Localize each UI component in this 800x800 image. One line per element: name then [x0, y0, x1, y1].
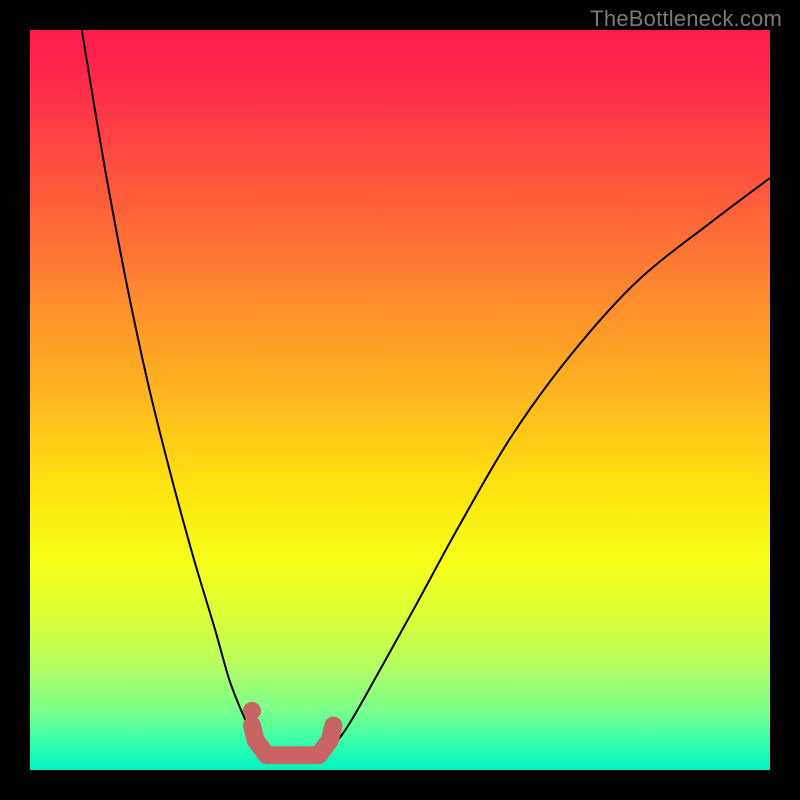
curve-right: [326, 178, 770, 755]
bottleneck-u-marker: [252, 726, 333, 756]
watermark-text: TheBottleneck.com: [590, 6, 782, 32]
chart-overlay-svg: [30, 30, 770, 770]
chart-plot-area: [30, 30, 770, 770]
curve-left: [82, 30, 267, 755]
bottleneck-dot-marker: [243, 702, 261, 720]
